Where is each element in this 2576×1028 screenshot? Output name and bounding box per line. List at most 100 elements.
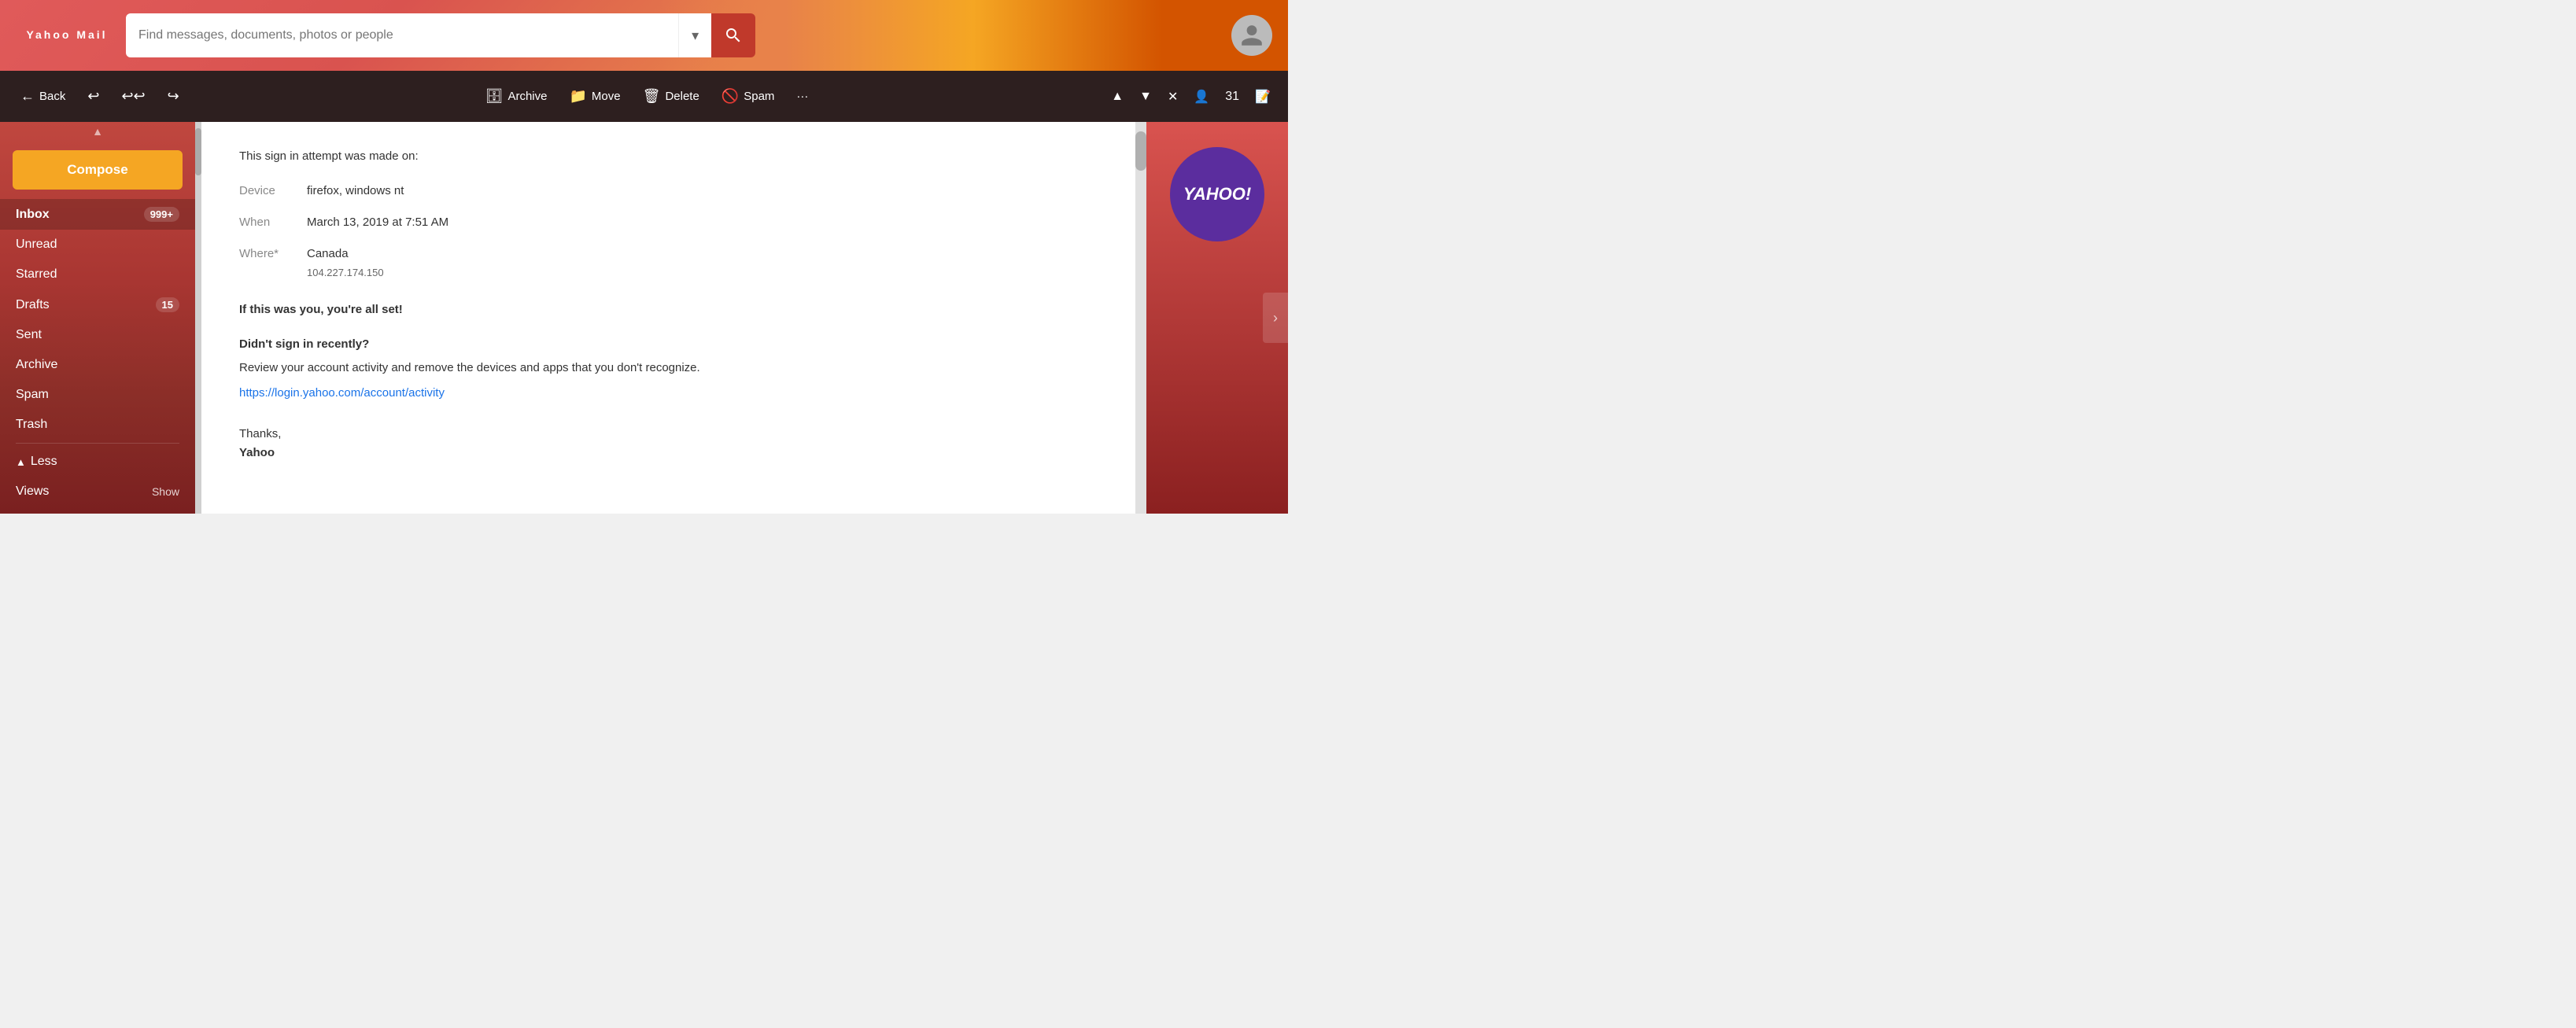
search-bar: ▾	[126, 13, 755, 57]
email-body: This sign in attempt was made on: Device…	[201, 122, 1135, 514]
less-caret-icon: ▲	[16, 456, 26, 468]
right-panel: YAHOO! ›	[1146, 122, 1288, 514]
more-button[interactable]: ···	[788, 85, 816, 108]
thanks-text: Thanks,	[239, 425, 1098, 444]
starred-label: Starred	[16, 267, 179, 282]
when-row: When March 13, 2019 at 7:51 AM	[239, 213, 1098, 232]
calendar-button[interactable]: 31	[1220, 85, 1244, 109]
move-button[interactable]: 📁 Move	[561, 83, 628, 109]
didnt-sign-body: Review your account activity and remove …	[239, 359, 1098, 378]
sidebar-item-starred[interactable]: Starred	[0, 260, 195, 289]
right-chevron-button[interactable]: ›	[1263, 293, 1288, 343]
sidebar-scroll-thumb	[195, 128, 201, 175]
views-show-button[interactable]: Show	[152, 485, 179, 498]
sign-in-intro: This sign in attempt was made on:	[239, 147, 1098, 166]
header: Yahoo Mail ▾	[0, 0, 1288, 71]
back-label: Back	[39, 90, 65, 103]
archive-label: Archive	[507, 90, 547, 103]
spam-label: Spam	[16, 388, 179, 402]
device-label: Device	[239, 182, 294, 201]
when-value: March 13, 2019 at 7:51 AM	[307, 213, 448, 232]
yahoo-signature: Yahoo	[239, 444, 1098, 462]
back-arrow-icon: ←	[20, 88, 35, 105]
contacts-icon-button[interactable]: 👤	[1189, 84, 1214, 109]
sidebar-item-less[interactable]: ▲ Less	[0, 447, 195, 477]
sidebar-item-sent[interactable]: Sent	[0, 320, 195, 350]
sidebar-scroll-indicator	[195, 122, 201, 514]
sidebar: ▲ Compose Inbox 999+ Unread Starred Draf…	[0, 122, 195, 514]
more-label: ···	[796, 90, 808, 103]
views-section: Views Show	[0, 477, 195, 507]
email-view: This sign in attempt was made on: Device…	[201, 122, 1135, 514]
spam-button[interactable]: 🚫 Spam	[714, 83, 783, 109]
contacts-icon: 👤	[1194, 90, 1209, 104]
views-label: Views	[16, 485, 152, 499]
where-country: Canada	[307, 245, 384, 263]
compose-list-button[interactable]: 📝	[1250, 84, 1275, 109]
where-row: Where* Canada 104.227.174.150	[239, 245, 1098, 282]
unread-label: Unread	[16, 238, 179, 252]
reply-all-button[interactable]: ↩↩	[113, 83, 153, 109]
logo-text: Yahoo Mail	[16, 29, 118, 41]
search-input[interactable]	[126, 13, 678, 57]
sidebar-scroll-up[interactable]: ▲	[0, 122, 195, 141]
up-button[interactable]: ▲	[1106, 85, 1128, 109]
search-button[interactable]	[711, 13, 755, 57]
inbox-badge: 999+	[144, 207, 179, 222]
toolbar-right-actions: ▲ ▼ ✕ 👤 31 📝	[1106, 84, 1275, 109]
back-button[interactable]: ← Back	[13, 83, 73, 109]
move-label: Move	[592, 90, 621, 103]
sidebar-item-unread[interactable]: Unread	[0, 230, 195, 260]
close-button[interactable]: ✕	[1163, 84, 1183, 109]
reply-all-icon: ↩↩	[121, 88, 145, 105]
email-area: This sign in attempt was made on: Device…	[201, 122, 1288, 514]
yahoo-circle-text: YAHOO!	[1183, 184, 1251, 204]
archive-button[interactable]: 🗄 Archive	[478, 83, 555, 109]
sidebar-item-inbox[interactable]: Inbox 999+	[0, 199, 195, 230]
device-value: firefox, windows nt	[307, 182, 404, 201]
search-dropdown-button[interactable]: ▾	[678, 13, 711, 57]
header-right	[1231, 15, 1272, 56]
delete-icon: 🗑	[643, 88, 661, 105]
forward-icon: ↪	[168, 88, 179, 105]
archive-label: Archive	[16, 358, 179, 372]
calendar-icon: 31	[1225, 90, 1239, 103]
compose-button[interactable]: Compose	[13, 150, 183, 190]
toolbar: ← Back ↩ ↩↩ ↪ 🗄 Archive 📁 Move 🗑 Delete …	[0, 71, 1288, 122]
where-ip: 104.227.174.150	[307, 265, 384, 282]
down-button[interactable]: ▼	[1135, 85, 1157, 109]
folders-section: Folders Hide	[0, 507, 195, 514]
yahoo-circle-logo: YAHOO!	[1170, 147, 1264, 241]
sidebar-item-trash[interactable]: Trash	[0, 410, 195, 440]
yahoo-logo: Yahoo Mail	[16, 29, 118, 41]
move-icon: 📁	[569, 88, 586, 105]
where-label: Where*	[239, 245, 294, 263]
main-content: ▲ Compose Inbox 999+ Unread Starred Draf…	[0, 122, 1288, 514]
spam-icon: 🚫	[722, 88, 739, 105]
sidebar-item-drafts[interactable]: Drafts 15	[0, 289, 195, 320]
all-set-text: If this was you, you're all set!	[239, 300, 1098, 319]
inbox-label: Inbox	[16, 208, 144, 222]
didnt-sign-heading: Didn't sign in recently?	[239, 335, 1098, 354]
less-label: Less	[31, 455, 179, 469]
sidebar-item-archive[interactable]: Archive	[0, 350, 195, 380]
user-icon	[1239, 23, 1264, 48]
device-row: Device firefox, windows nt	[239, 182, 1098, 201]
sent-label: Sent	[16, 328, 179, 342]
sidebar-item-spam[interactable]: Spam	[0, 380, 195, 410]
reply-icon: ↩	[87, 88, 99, 105]
drafts-badge: 15	[156, 297, 179, 312]
where-value-group: Canada 104.227.174.150	[307, 245, 384, 282]
avatar[interactable]	[1231, 15, 1272, 56]
activity-link[interactable]: https://login.yahoo.com/account/activity	[239, 386, 445, 400]
reply-button[interactable]: ↩	[79, 83, 107, 109]
when-label: When	[239, 213, 294, 232]
archive-icon: 🗄	[485, 88, 504, 105]
chevron-right-icon: ›	[1273, 310, 1278, 326]
trash-label: Trash	[16, 418, 179, 432]
email-scroll-bar	[1135, 122, 1146, 514]
spam-label: Spam	[744, 90, 774, 103]
delete-button[interactable]: 🗑 Delete	[635, 83, 707, 109]
sidebar-divider-1	[16, 443, 179, 444]
forward-button[interactable]: ↪	[160, 83, 187, 109]
